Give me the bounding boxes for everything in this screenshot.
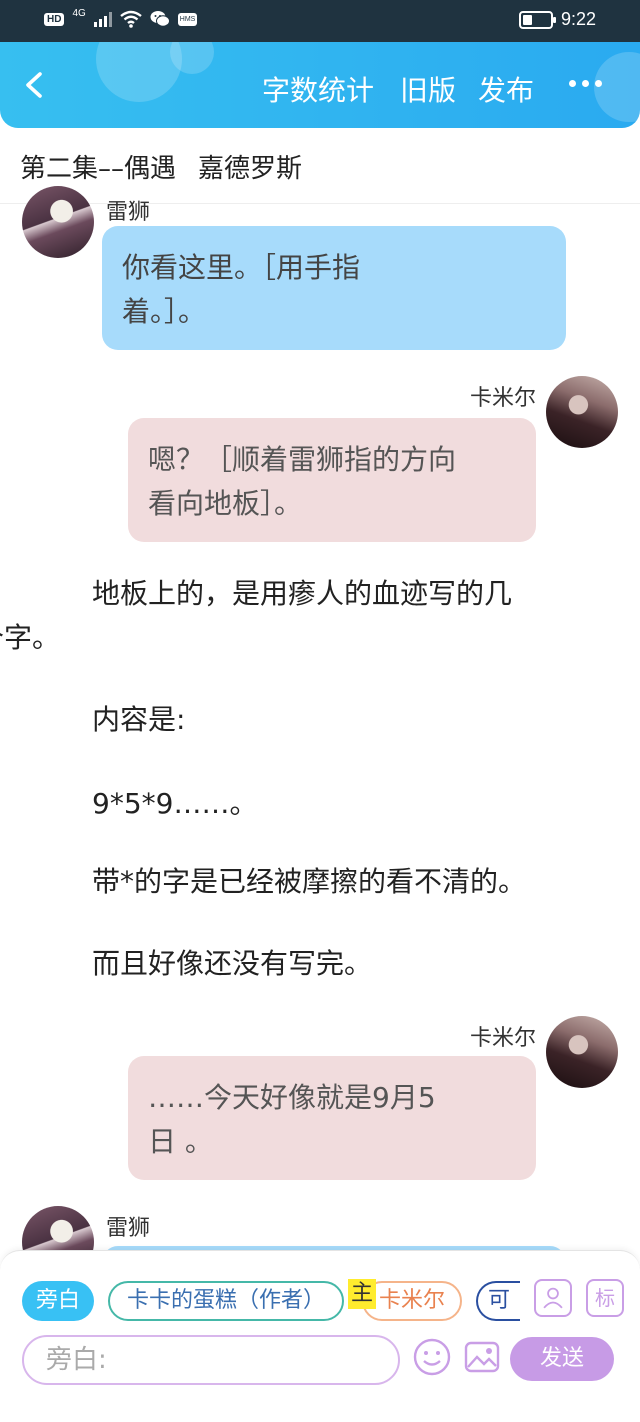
message-input[interactable] <box>22 1335 400 1385</box>
narration-paragraph[interactable]: 9*5*9……。 <box>34 782 604 826</box>
message-bubble-right[interactable]: 嗯？［顺着雷狮指的方向 看向地板］。 <box>128 418 536 542</box>
narration-text: 9*5*9……。 <box>92 787 258 820</box>
message-line: ……今天好像就是9月5 <box>148 1081 436 1114</box>
publish-button[interactable]: 发布 <box>478 74 534 108</box>
tag-button[interactable]: 标 <box>586 1279 624 1317</box>
role-chip-author[interactable]: 卡卡的蛋糕（作者） <box>108 1281 344 1321</box>
send-button[interactable]: 发送 <box>510 1337 614 1381</box>
narration-text: 内容是: <box>92 703 186 736</box>
character-manage-icon[interactable] <box>534 1279 572 1317</box>
hms-icon: HMS <box>177 12 198 26</box>
editor-header: 字数统计 旧版 发布 <box>0 42 640 128</box>
narration-text: 个字。 <box>0 621 61 654</box>
wechat-icon <box>150 11 170 27</box>
narration-text: 带*的字是已经被摩擦的看不清的。 <box>92 865 527 898</box>
signal-icon <box>93 11 112 27</box>
speaker-name: 卡米尔 <box>469 386 536 411</box>
message-line: 嗯？［顺着雷狮指的方向 <box>148 443 457 476</box>
message-line: 看向地板］。 <box>148 487 303 520</box>
main-role-mark: 主 <box>348 1279 377 1309</box>
status-right-icons: 9:22 <box>518 9 596 30</box>
status-bar: HD 4G HMS 9:22 <box>0 0 640 42</box>
speaker-name: 雷狮 <box>106 200 151 225</box>
hd-badge: HD <box>44 12 65 26</box>
narration-text: 而且好像还没有写完。 <box>92 947 373 980</box>
narration-paragraph[interactable]: 而且好像还没有写完。 <box>34 942 604 986</box>
role-chip-kamier[interactable]: 卡米尔 <box>362 1281 462 1321</box>
chapter-name: 嘉德罗斯 <box>198 154 303 184</box>
narration-paragraph[interactable]: 带*的字是已经被摩擦的看不清的。 <box>34 860 604 904</box>
chapter-title: 第二集––偶遇 嘉德罗斯 <box>20 148 302 185</box>
avatar-leishi[interactable] <box>22 186 94 258</box>
narration-text: 地板上的，是用瘆人的血迹写的几 <box>92 577 513 610</box>
more-dots-icon[interactable] <box>569 80 602 87</box>
old-version-button[interactable]: 旧版 <box>400 74 456 108</box>
wifi-icon <box>120 10 142 28</box>
chapter-title-bar[interactable]: 第二集––偶遇 嘉德罗斯 <box>0 128 640 204</box>
back-button[interactable] <box>20 70 50 100</box>
speaker-name: 雷狮 <box>106 1216 151 1241</box>
avatar-kamier[interactable] <box>546 1016 618 1088</box>
emoji-icon[interactable] <box>412 1337 452 1377</box>
composer-panel: 旁白 卡卡的蛋糕（作者） 卡米尔 主 可 标 发送 <box>0 1250 640 1422</box>
narration-paragraph[interactable]: 内容是: <box>34 698 604 742</box>
network-type: 4G <box>72 7 86 19</box>
message-bubble-right[interactable]: ……今天好像就是9月5 日 。 <box>128 1056 536 1180</box>
battery-icon <box>518 10 556 29</box>
speaker-name: 卡米尔 <box>469 1026 536 1051</box>
role-chip-more[interactable]: 可 <box>476 1281 520 1321</box>
avatar-kamier[interactable] <box>546 376 618 448</box>
header-decoration <box>594 52 640 122</box>
word-count-button[interactable]: 字数统计 <box>262 74 374 108</box>
message-line: 你看这里。［用手指 <box>122 251 361 284</box>
narration-paragraph[interactable]: 地板上的，是用瘆人的血迹写的几 个字。 <box>0 572 604 660</box>
clock: 9:22 <box>560 9 596 29</box>
episode-label: 第二集––偶遇 <box>20 154 177 184</box>
message-line: 日 。 <box>148 1125 213 1158</box>
image-icon[interactable] <box>462 1337 502 1377</box>
status-left-icons: HD 4G HMS <box>44 7 198 28</box>
message-line: 着。］。 <box>122 295 207 328</box>
role-chip-narration[interactable]: 旁白 <box>22 1281 94 1321</box>
message-bubble-left[interactable]: 你看这里。［用手指 着。］。 <box>102 226 566 350</box>
